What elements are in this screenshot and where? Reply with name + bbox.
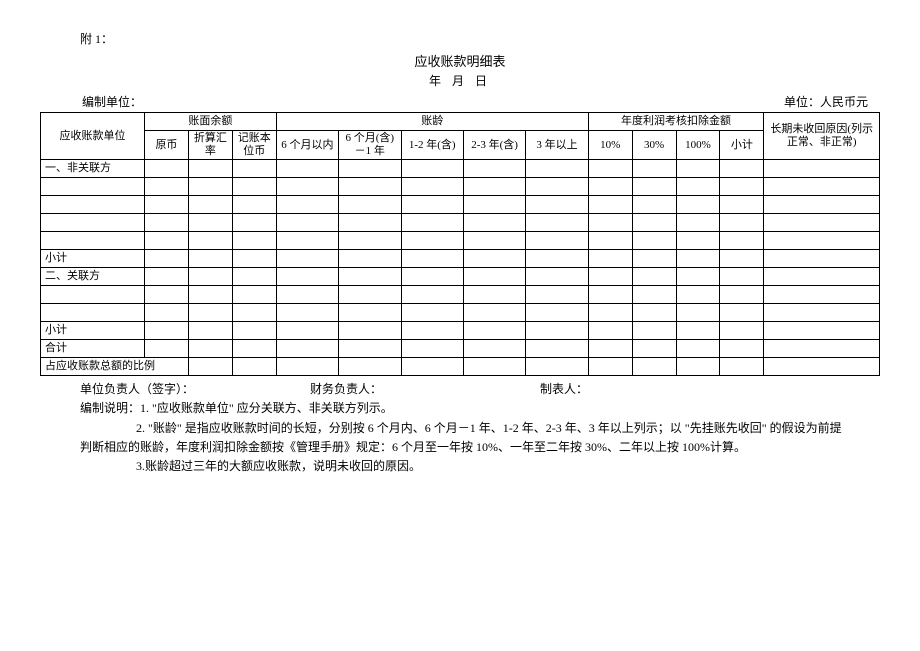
notes-section: 编制说明：1. "应收账款单位" 应分关联方、非关联方列示。 2. "账龄" 是… [40, 399, 880, 476]
cell-total: 合计 [41, 340, 145, 358]
th-exchange-rate: 折算汇率 [188, 131, 232, 160]
th-2-3y: 2-3 年(含) [463, 131, 525, 160]
prep-unit-label: 编制单位： [42, 93, 142, 110]
header-row: 编制单位： 单位：人民币元 [40, 93, 880, 110]
th-100pct: 100% [676, 131, 720, 160]
th-deduction: 年度利润考核扣除金额 [588, 113, 764, 131]
th-book-balance: 账面余额 [144, 113, 276, 131]
note-3: 3.账龄超过三年的大额应收账款，说明未收回的原因。 [80, 457, 880, 476]
note-1: 编制说明：1. "应收账款单位" 应分关联方、非关联方列示。 [80, 399, 880, 418]
table-row [41, 196, 880, 214]
header-row-2: 原币 折算汇率 记账本位币 6 个月以内 6 个月(含)－1 年 1-2 年(含… [41, 131, 880, 160]
date-line: 年 月 日 [40, 72, 880, 89]
row-related: 二、关联方 [41, 268, 880, 286]
preparer-label: 制表人： [540, 380, 770, 397]
receivables-table: 应收账款单位 账面余额 账龄 年度利润考核扣除金额 长期未收回原因(列示正常、非… [40, 112, 880, 376]
th-unit: 应收账款单位 [41, 113, 145, 160]
note-2a: 2. "账龄" 是指应收账款时间的长短，分别按 6 个月内、6 个月－1 年、1… [80, 419, 880, 438]
table-row [41, 214, 880, 232]
row-total: 合计 [41, 340, 880, 358]
table-row [41, 286, 880, 304]
table-row [41, 232, 880, 250]
cell-subtotal: 小计 [41, 250, 145, 268]
unit-head-label: 单位负责人（签字）： [80, 380, 310, 397]
th-reason: 长期未收回原因(列示正常、非正常) [764, 113, 880, 160]
signers-row: 单位负责人（签字）： 财务负责人： 制表人： [40, 380, 880, 397]
th-1-2y: 1-2 年(含) [401, 131, 463, 160]
cell-non-related: 一、非关联方 [41, 160, 145, 178]
row-subtotal-2: 小计 [41, 322, 880, 340]
th-aging: 账龄 [276, 113, 588, 131]
cell-ratio: 占应收账款总额的比例 [41, 358, 189, 376]
th-30pct: 30% [632, 131, 676, 160]
th-10pct: 10% [588, 131, 632, 160]
row-subtotal-1: 小计 [41, 250, 880, 268]
attachment-label: 附 1： [40, 30, 880, 47]
th-within-6m: 6 个月以内 [276, 131, 338, 160]
cell-subtotal: 小计 [41, 322, 145, 340]
document-title: 应收账款明细表 [40, 51, 880, 70]
header-row-1: 应收账款单位 账面余额 账龄 年度利润考核扣除金额 长期未收回原因(列示正常、非… [41, 113, 880, 131]
currency-unit-label: 单位：人民币元 [784, 93, 878, 110]
row-non-related: 一、非关联方 [41, 160, 880, 178]
table-row [41, 304, 880, 322]
th-subtotal: 小计 [720, 131, 764, 160]
th-orig-currency: 原币 [144, 131, 188, 160]
row-ratio: 占应收账款总额的比例 [41, 358, 880, 376]
note-2b: 判断相应的账龄，年度利润扣除金额按《管理手册》规定：6 个月至一年按 10%、一… [80, 438, 880, 457]
th-bookkeeping-currency: 记账本位币 [232, 131, 276, 160]
th-over-3y: 3 年以上 [526, 131, 588, 160]
th-6m-1y: 6 个月(含)－1 年 [339, 131, 401, 160]
cell-related: 二、关联方 [41, 268, 145, 286]
finance-head-label: 财务负责人： [310, 380, 540, 397]
table-row [41, 178, 880, 196]
